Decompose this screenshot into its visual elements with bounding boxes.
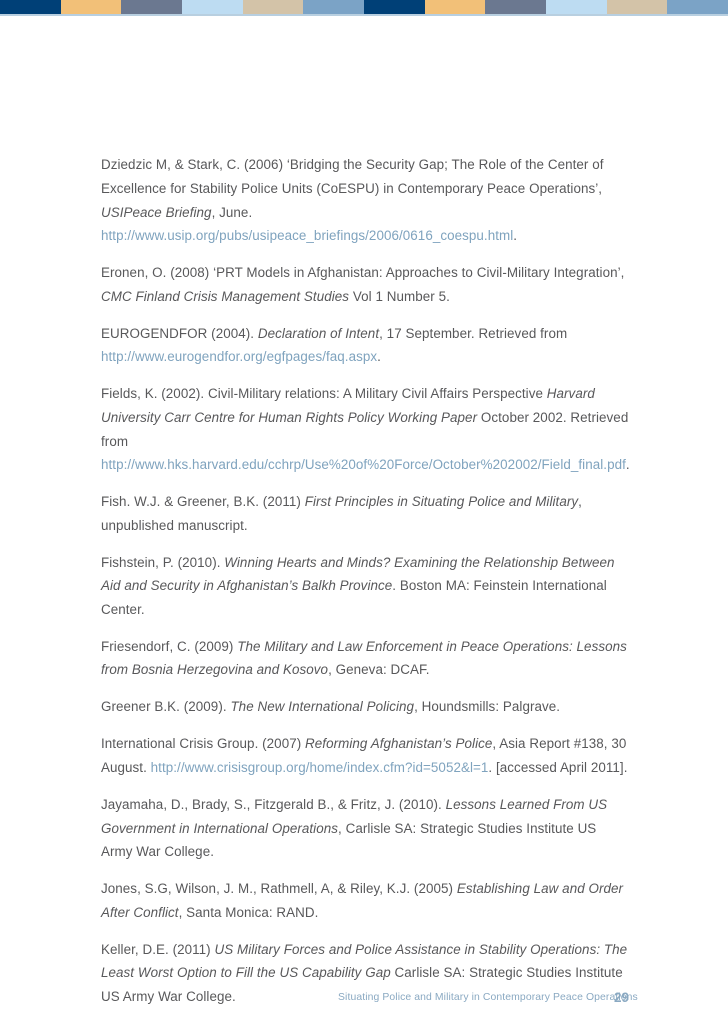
reference-text: Keller, D.E. (2011) bbox=[101, 941, 215, 957]
footer-running-title: Situating Police and Military in Contemp… bbox=[338, 992, 638, 1003]
reference-text: . bbox=[513, 228, 518, 244]
reference-title-italic: CMC Finland Crisis Management Studies bbox=[101, 288, 350, 304]
reference-entry: Eronen, O. (2008) ‘PRT Models in Afghani… bbox=[101, 261, 629, 308]
reference-url-link[interactable]: http://www.hks.harvard.edu/cchrp/Use%20o… bbox=[101, 457, 626, 472]
page-footer: Situating Police and Military in Contemp… bbox=[101, 990, 638, 1012]
reference-text: Jones, S.G, Wilson, J. M., Rathmell, A, … bbox=[101, 881, 457, 897]
color-swatch bbox=[606, 0, 668, 14]
reference-text: International Crisis Group. (2007) bbox=[101, 736, 306, 752]
reference-entry: Fishstein, P. (2010). Winning Hearts and… bbox=[101, 551, 629, 622]
reference-title-italic: The New International Policing bbox=[230, 699, 415, 715]
reference-text: , Houndsmills: Palgrave. bbox=[414, 699, 561, 715]
reference-entry: EUROGENDFOR (2004). Declaration of Inten… bbox=[101, 322, 629, 369]
reference-title-italic: First Principles in Situating Police and… bbox=[304, 494, 579, 510]
reference-text: Friesendorf, C. (2009) bbox=[101, 638, 238, 654]
reference-entry: Fields, K. (2002). Civil-Military relati… bbox=[101, 382, 630, 476]
color-swatch bbox=[0, 0, 61, 14]
header-rule bbox=[0, 14, 728, 16]
reference-text: , Santa Monica: RAND. bbox=[178, 904, 319, 920]
reference-text: Fields, K. (2002). Civil-Military relati… bbox=[101, 386, 547, 402]
reference-entry: Greener B.K. (2009). The New Internation… bbox=[101, 695, 629, 719]
document-page: Dziedzic M, & Stark, C. (2006) ‘Bridging… bbox=[0, 0, 728, 1035]
reference-text: Dziedzic M, & Stark, C. (2006) ‘Bridging… bbox=[101, 157, 604, 196]
reference-text: . bbox=[377, 349, 381, 365]
reference-entry: Jones, S.G, Wilson, J. M., Rathmell, A, … bbox=[101, 877, 629, 924]
reference-entry: International Crisis Group. (2007) Refor… bbox=[101, 732, 629, 779]
reference-entry: Dziedzic M, & Stark, C. (2006) ‘Bridging… bbox=[101, 153, 629, 247]
reference-url-link[interactable]: http://www.crisisgroup.org/home/index.cf… bbox=[151, 760, 489, 775]
color-swatch bbox=[667, 0, 728, 14]
color-swatch bbox=[60, 0, 122, 14]
reference-text: Fish. W.J. & Greener, B.K. (2011) bbox=[101, 494, 305, 510]
reference-text: Greener B.K. (2009). bbox=[101, 699, 231, 715]
color-swatch bbox=[545, 0, 607, 14]
reference-text: . bbox=[625, 457, 630, 473]
color-swatch bbox=[363, 0, 425, 14]
reference-text: , June. bbox=[211, 204, 253, 220]
page-number: 29 bbox=[613, 990, 629, 1005]
reference-text: Fishstein, P. (2010). bbox=[101, 554, 225, 570]
reference-text: , 17 September. Retrieved from bbox=[379, 325, 568, 341]
color-swatch bbox=[121, 0, 182, 14]
reference-text: Vol 1 Number 5. bbox=[349, 288, 450, 304]
reference-title-italic: USIPeace Briefing bbox=[101, 204, 212, 220]
reference-text: Eronen, O. (2008) ‘PRT Models in Afghani… bbox=[101, 265, 625, 281]
reference-text: . [accessed April 2011]. bbox=[488, 759, 628, 775]
reference-entry: Fish. W.J. & Greener, B.K. (2011) First … bbox=[101, 490, 629, 537]
reference-url-link[interactable]: http://www.eurogendfor.org/egfpages/faq.… bbox=[101, 349, 377, 364]
reference-entry: Friesendorf, C. (2009) The Military and … bbox=[101, 635, 629, 682]
color-swatch bbox=[424, 0, 486, 14]
reference-text: EUROGENDFOR (2004). bbox=[101, 325, 258, 341]
reference-url-link[interactable]: http://www.usip.org/pubs/usipeace_briefi… bbox=[101, 228, 513, 243]
reference-title-italic: Declaration of Intent bbox=[257, 325, 380, 341]
color-swatch bbox=[242, 0, 304, 14]
reference-text: Jayamaha, D., Brady, S., Fitzgerald B., … bbox=[101, 796, 446, 812]
color-swatch bbox=[485, 0, 546, 14]
decorative-color-bar bbox=[0, 0, 728, 14]
reference-entry: Jayamaha, D., Brady, S., Fitzgerald B., … bbox=[101, 793, 629, 864]
reference-title-italic: Reforming Afghanistan’s Police bbox=[305, 736, 493, 752]
color-swatch bbox=[181, 0, 243, 14]
reference-text: , Geneva: DCAF. bbox=[328, 662, 430, 678]
reference-list: Dziedzic M, & Stark, C. (2006) ‘Bridging… bbox=[101, 140, 630, 1017]
color-swatch bbox=[303, 0, 364, 14]
